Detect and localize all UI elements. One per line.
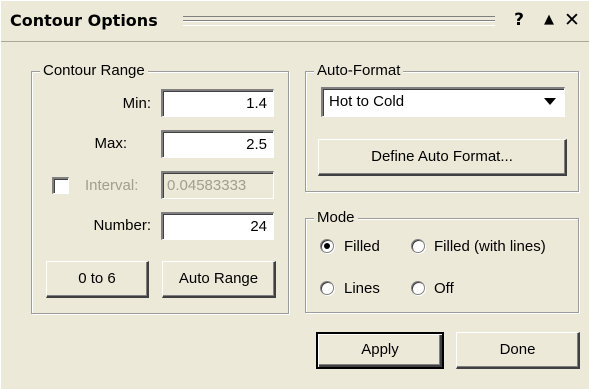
mode-filled-label[interactable]: Filled — [344, 238, 380, 256]
mode-off-label[interactable]: Off — [434, 280, 454, 298]
mode-filled-radio[interactable] — [320, 239, 334, 253]
title-divider — [1, 41, 589, 42]
mode-lines-label[interactable]: Lines — [344, 280, 380, 298]
mode-filled-with-lines-label[interactable]: Filled (with lines) — [434, 238, 546, 256]
auto-range-button[interactable]: Auto Range — [162, 261, 276, 298]
rollup-icon[interactable]: ▲ — [539, 9, 559, 31]
mode-filled-with-lines-radio[interactable] — [411, 239, 425, 253]
drag-grip[interactable] — [183, 16, 495, 26]
max-field[interactable]: 2.5 — [161, 130, 274, 158]
min-label: Min: — [122, 95, 151, 112]
min-field[interactable]: 1.4 — [161, 89, 274, 117]
mode-group: Mode — [305, 209, 579, 313]
mode-lines-radio[interactable] — [320, 281, 334, 295]
max-label: Max: — [94, 135, 127, 152]
done-button[interactable]: Done — [456, 332, 580, 369]
define-auto-format-button[interactable]: Define Auto Format... — [318, 139, 567, 176]
mode-off-radio[interactable] — [411, 281, 425, 295]
number-label: Number: — [93, 217, 151, 234]
contour-range-legend: Contour Range — [40, 62, 148, 80]
interval-checkbox[interactable] — [52, 177, 69, 194]
title-bar[interactable]: Contour Options ? ▲ ✕ — [1, 1, 589, 39]
contour-options-panel: Contour Options ? ▲ ✕ Contour Range Min:… — [0, 0, 589, 389]
interval-label: Interval: — [85, 177, 139, 194]
auto-format-selected: Hot to Cold — [329, 93, 405, 110]
number-field[interactable]: 24 — [161, 212, 274, 240]
interval-field: 0.04583333 — [161, 171, 274, 199]
mode-legend: Mode — [314, 209, 358, 227]
panel-title: Contour Options — [10, 11, 158, 30]
apply-button[interactable]: Apply — [316, 332, 444, 369]
close-icon[interactable]: ✕ — [562, 9, 582, 31]
help-icon[interactable]: ? — [509, 9, 529, 31]
auto-format-legend: Auto-Format — [314, 62, 404, 80]
chevron-down-icon[interactable] — [544, 98, 556, 105]
auto-format-dropdown[interactable]: Hot to Cold — [321, 87, 565, 117]
zero-to-six-button[interactable]: 0 to 6 — [46, 261, 149, 298]
